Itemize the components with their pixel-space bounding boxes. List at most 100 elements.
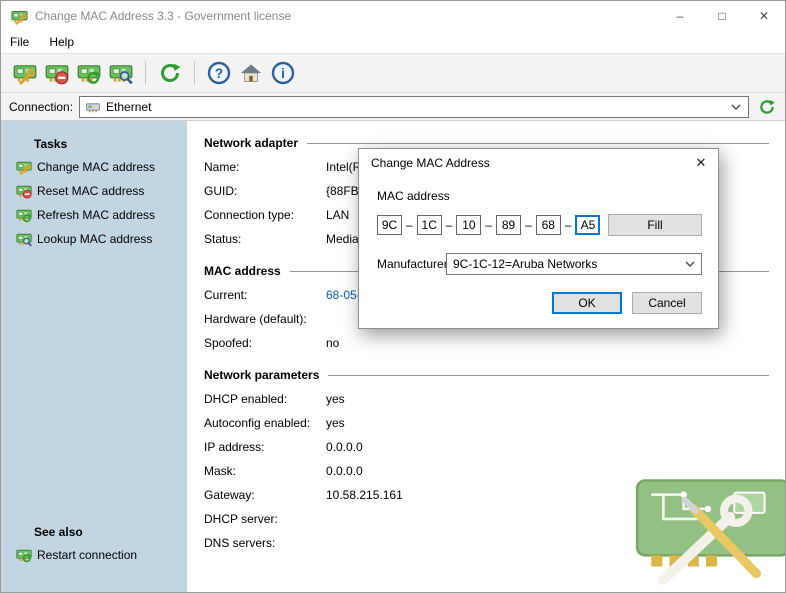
change-mac-button[interactable] bbox=[9, 58, 41, 88]
reset-mac-button[interactable] bbox=[41, 58, 73, 88]
octet-separator: – bbox=[406, 218, 413, 232]
lookup-mac-button[interactable] bbox=[105, 58, 137, 88]
sidebar: Tasks Change MAC address Reset MAC addre… bbox=[1, 121, 187, 593]
mac-octet-2[interactable] bbox=[417, 215, 442, 235]
mac-octet-5[interactable] bbox=[536, 215, 561, 235]
sidebar-item-label: Restart connection bbox=[37, 548, 137, 562]
connection-label: Connection: bbox=[9, 100, 73, 114]
octet-separator: – bbox=[485, 218, 492, 232]
app-icon bbox=[11, 8, 28, 25]
connection-select[interactable]: Ethernet bbox=[79, 96, 749, 118]
field-value: yes bbox=[326, 416, 345, 430]
toolbar-separator bbox=[145, 61, 146, 85]
manufacturer-select[interactable]: 9C-1C-12=Aruba Networks bbox=[446, 253, 702, 275]
help-icon bbox=[207, 61, 231, 85]
sidebar-item-label: Change MAC address bbox=[37, 160, 155, 174]
refresh-icon bbox=[758, 98, 776, 116]
mac-octet-6[interactable] bbox=[575, 215, 600, 235]
lookup-mac-icon bbox=[16, 231, 32, 247]
menu-help[interactable]: Help bbox=[49, 35, 74, 49]
app-window: Change MAC Address 3.3 - Government lice… bbox=[0, 0, 786, 593]
sidebar-item-restart-connection[interactable]: Restart connection bbox=[1, 543, 187, 567]
field-row-spoofed: Spoofed: no bbox=[204, 331, 769, 355]
field-label: Gateway: bbox=[204, 488, 326, 502]
menu-file[interactable]: File bbox=[10, 35, 29, 49]
sidebar-item-change-mac[interactable]: Change MAC address bbox=[1, 155, 187, 179]
maximize-button[interactable]: □ bbox=[701, 1, 743, 31]
field-value: 0.0.0.0 bbox=[326, 464, 363, 478]
connection-value: Ethernet bbox=[106, 100, 731, 114]
mac-octet-1[interactable] bbox=[377, 215, 402, 235]
dialog-title: Change MAC Address bbox=[371, 156, 684, 170]
octet-separator: – bbox=[565, 218, 572, 232]
field-label: Connection type: bbox=[204, 208, 326, 222]
chevron-down-icon bbox=[685, 261, 695, 267]
window-title: Change MAC Address 3.3 - Government lice… bbox=[35, 9, 659, 23]
field-row-dhcp-enabled: DHCP enabled: yes bbox=[204, 387, 769, 411]
dialog-close-button[interactable]: ✕ bbox=[684, 149, 718, 177]
field-label: Mask: bbox=[204, 464, 326, 478]
field-row-ip-address: IP address: 0.0.0.0 bbox=[204, 435, 769, 459]
mac-octet-4[interactable] bbox=[496, 215, 521, 235]
reset-mac-icon bbox=[45, 61, 69, 85]
change-mac-dialog: Change MAC Address ✕ MAC address – – – –… bbox=[358, 148, 719, 329]
octet-separator: – bbox=[446, 218, 453, 232]
about-button[interactable] bbox=[267, 58, 299, 88]
sidebar-item-label: Lookup MAC address bbox=[37, 232, 152, 246]
window-controls: – □ ✕ bbox=[659, 1, 785, 31]
minimize-button[interactable]: – bbox=[659, 1, 701, 31]
mac-octet-3[interactable] bbox=[456, 215, 481, 235]
manufacturer-label: Manufacturer bbox=[377, 257, 446, 271]
field-value: 10.58.215.161 bbox=[326, 488, 403, 502]
section-title: MAC address bbox=[204, 264, 281, 278]
field-row-autoconfig: Autoconfig enabled: yes bbox=[204, 411, 769, 435]
refresh-connections-button[interactable] bbox=[154, 58, 186, 88]
field-label: Name: bbox=[204, 160, 326, 174]
section-rule bbox=[328, 375, 769, 376]
see-also-title: See also bbox=[34, 525, 187, 539]
ok-button[interactable]: OK bbox=[552, 292, 622, 314]
dialog-title-bar: Change MAC Address ✕ bbox=[359, 149, 718, 177]
field-value: LAN bbox=[326, 208, 349, 222]
toolbar bbox=[1, 53, 785, 93]
tasks-title: Tasks bbox=[34, 137, 187, 151]
menu-bar: File Help bbox=[1, 31, 785, 53]
change-mac-icon bbox=[13, 61, 37, 85]
ethernet-icon bbox=[85, 99, 101, 115]
sidebar-item-refresh-mac[interactable]: Refresh MAC address bbox=[1, 203, 187, 227]
fill-button[interactable]: Fill bbox=[608, 214, 702, 236]
field-value: yes bbox=[326, 392, 345, 406]
cancel-button[interactable]: Cancel bbox=[632, 292, 702, 314]
lookup-mac-icon bbox=[109, 61, 133, 85]
refresh-connection-list-button[interactable] bbox=[757, 97, 777, 117]
sidebar-item-label: Refresh MAC address bbox=[37, 208, 155, 222]
field-label: Current: bbox=[204, 288, 326, 302]
field-value: 0.0.0.0 bbox=[326, 440, 363, 454]
field-label: Autoconfig enabled: bbox=[204, 416, 326, 430]
toolbar-separator bbox=[194, 61, 195, 85]
octet-separator: – bbox=[525, 218, 532, 232]
help-button[interactable] bbox=[203, 58, 235, 88]
section-title: Network adapter bbox=[204, 136, 298, 150]
home-button[interactable] bbox=[235, 58, 267, 88]
sidebar-item-lookup-mac[interactable]: Lookup MAC address bbox=[1, 227, 187, 251]
refresh-mac-icon bbox=[16, 207, 32, 223]
refresh-mac-button[interactable] bbox=[73, 58, 105, 88]
section-rule bbox=[307, 143, 769, 144]
field-label: DNS servers: bbox=[204, 536, 326, 550]
close-button[interactable]: ✕ bbox=[743, 1, 785, 31]
reset-mac-icon bbox=[16, 183, 32, 199]
mac-address-label: MAC address bbox=[377, 189, 702, 203]
refresh-mac-icon bbox=[77, 61, 101, 85]
sidebar-item-label: Reset MAC address bbox=[37, 184, 144, 198]
mac-octet-row: – – – – – Fill bbox=[377, 214, 702, 236]
connection-row: Connection: Ethernet bbox=[1, 93, 785, 121]
manufacturer-value: 9C-1C-12=Aruba Networks bbox=[453, 257, 685, 271]
network-card-watermark bbox=[629, 464, 785, 586]
sidebar-item-reset-mac[interactable]: Reset MAC address bbox=[1, 179, 187, 203]
change-mac-icon bbox=[16, 159, 32, 175]
field-label: Status: bbox=[204, 232, 326, 246]
manufacturer-row: Manufacturer 9C-1C-12=Aruba Networks bbox=[377, 253, 702, 275]
section-title: Network parameters bbox=[204, 368, 319, 382]
refresh-connections-icon bbox=[158, 61, 182, 85]
